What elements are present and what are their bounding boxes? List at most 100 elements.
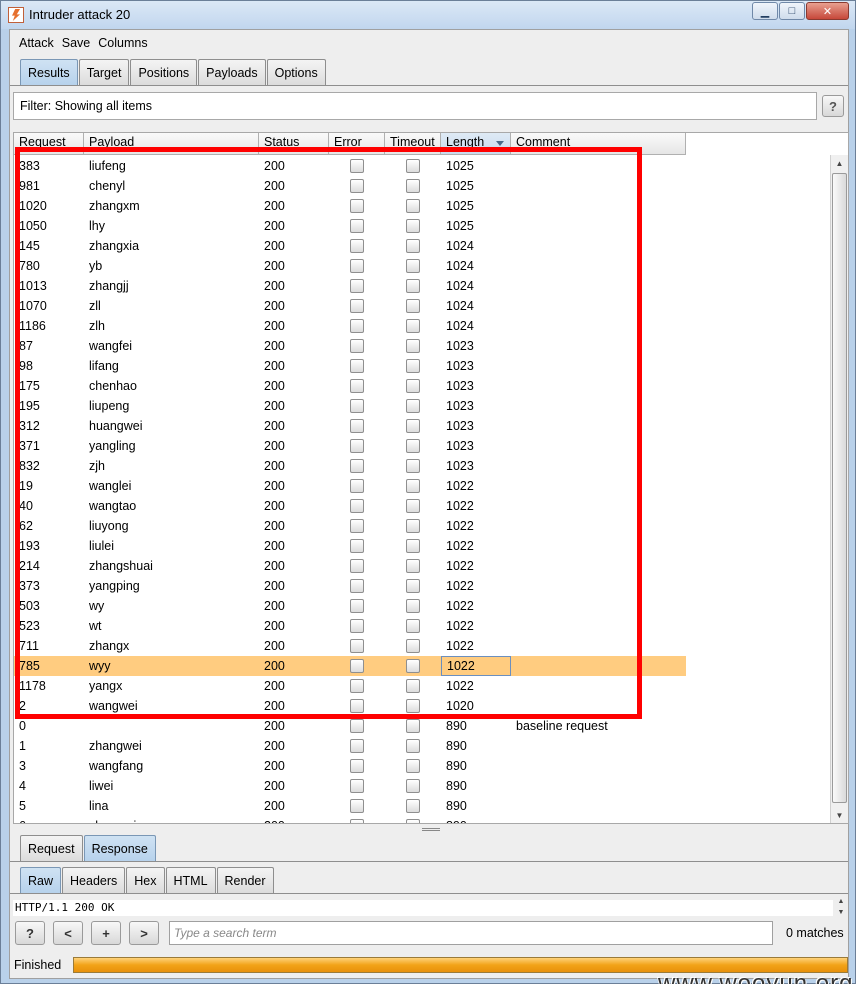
table-row[interactable]: 312 huangwei 200 1023 <box>14 416 686 436</box>
search-help-button[interactable]: ? <box>15 921 45 945</box>
table-row[interactable]: 98 lifang 200 1023 <box>14 356 686 376</box>
column-header-request[interactable]: Request <box>14 133 84 155</box>
error-cell <box>329 416 385 436</box>
resp-scroll-down-icon[interactable]: ▼ <box>838 909 845 916</box>
table-row[interactable]: 6zhangmin200 890 <box>14 816 686 823</box>
column-header-timeout[interactable]: Timeout <box>385 133 441 155</box>
table-row[interactable]: 175 chenhao 200 1023 <box>14 376 686 396</box>
length-cell: 1020 <box>446 699 474 713</box>
burp-app-icon <box>8 7 24 23</box>
tab-render[interactable]: Render <box>216 867 274 893</box>
previous-match-button[interactable]: < <box>53 921 83 945</box>
timeout-cell <box>385 196 441 216</box>
column-header-status[interactable]: Status <box>259 133 329 155</box>
tab-html[interactable]: HTML <box>165 867 216 893</box>
status-cell: 200 <box>264 399 285 413</box>
tab-hex[interactable]: Hex <box>126 867 165 893</box>
table-row[interactable]: 1020 zhangxm 200 1025 <box>14 196 686 216</box>
error-cell <box>329 216 385 236</box>
table-row[interactable]: 371 yangling 200 1023 <box>14 436 686 456</box>
tab-positions[interactable]: Positions <box>130 59 198 85</box>
next-match-button[interactable]: > <box>129 921 159 945</box>
table-row[interactable]: 832 zjh 200 1023 <box>14 456 686 476</box>
menu-columns[interactable]: Columns <box>98 36 147 50</box>
search-input[interactable]: Type a search term <box>169 921 773 945</box>
error-cell <box>329 256 385 276</box>
table-row[interactable]: 1186 zlh 200 1024 <box>14 316 686 336</box>
close-button[interactable]: ✕ <box>806 2 849 20</box>
table-row[interactable]: 4 liwei 200 890 <box>14 776 686 796</box>
scroll-down-icon[interactable]: ▼ <box>831 807 848 823</box>
table-row[interactable]: 981 chenyl 200 1025 <box>14 176 686 196</box>
table-row[interactable]: 5 lina 200 890 <box>14 796 686 816</box>
tab-headers[interactable]: Headers <box>62 867 126 893</box>
menu-attack[interactable]: Attack <box>19 36 54 50</box>
scroll-up-icon[interactable]: ▲ <box>831 155 848 171</box>
table-row[interactable]: 40 wangtao 200 1022 <box>14 496 686 516</box>
error-cell <box>329 616 385 636</box>
timeout-cell <box>385 236 441 256</box>
menu-save[interactable]: Save <box>62 36 91 50</box>
tab-payloads[interactable]: Payloads <box>198 59 266 85</box>
request-cell: 1050 <box>19 219 47 233</box>
table-row[interactable]: 523 wt 200 1022 <box>14 616 686 636</box>
table-row[interactable]: 503 wy 200 1022 <box>14 596 686 616</box>
table-row[interactable]: 62 liuyong 200 1022 <box>14 516 686 536</box>
column-header-comment[interactable]: Comment <box>511 133 686 155</box>
timeout-checkbox <box>406 399 420 413</box>
column-header-error[interactable]: Error <box>329 133 385 155</box>
resp-scroll-up-icon[interactable]: ▲ <box>838 898 845 905</box>
tab-request[interactable]: Request <box>20 835 83 861</box>
table-row[interactable]: 1050 lhy 200 1025 <box>14 216 686 236</box>
filter-bar[interactable]: Filter: Showing all items <box>13 92 817 120</box>
error-cell <box>329 536 385 556</box>
table-row[interactable]: 2 wangwei 200 1020 <box>14 696 686 716</box>
pane-splitter[interactable] <box>422 828 440 831</box>
add-search-button[interactable]: + <box>91 921 121 945</box>
filter-help-button[interactable]: ? <box>822 95 844 117</box>
table-row[interactable]: 785 wyy 200 1022 <box>14 656 686 676</box>
table-row[interactable]: 1 zhangwei 200 890 <box>14 736 686 756</box>
table-row[interactable]: 19 wanglei 200 1022 <box>14 476 686 496</box>
column-header-length[interactable]: Length <box>441 133 511 155</box>
tab-raw[interactable]: Raw <box>20 867 62 893</box>
tab-options[interactable]: Options <box>266 59 326 85</box>
table-row[interactable]: 1013 zhangjj 200 1024 <box>14 276 686 296</box>
response-text[interactable]: HTTP/1.1 200 OK <box>13 900 833 916</box>
request-cell: 312 <box>19 419 40 433</box>
error-cell <box>329 796 385 816</box>
length-cell: 1022 <box>446 619 474 633</box>
table-row[interactable]: 1178 yangx 200 1022 <box>14 676 686 696</box>
table-row[interactable]: 711 zhangx 200 1022 <box>14 636 686 656</box>
tab-results[interactable]: Results <box>20 59 78 85</box>
table-row[interactable]: 145 zhangxia 200 1024 <box>14 236 686 256</box>
response-scrollbar[interactable]: ▲ ▼ <box>834 898 848 916</box>
table-row[interactable]: 193 liulei 200 1022 <box>14 536 686 556</box>
error-cell <box>329 356 385 376</box>
tab-target[interactable]: Target <box>78 59 130 85</box>
table-row[interactable]: 383 liufeng 200 1025 <box>14 156 686 176</box>
table-row[interactable]: 195 liupeng 200 1023 <box>14 396 686 416</box>
length-cell: 1022 <box>446 639 474 653</box>
timeout-checkbox <box>406 339 420 353</box>
table-row[interactable]: 780 yb 200 1024 <box>14 256 686 276</box>
status-cell: 200 <box>264 739 285 753</box>
minimize-button[interactable]: ▁ <box>752 2 778 20</box>
intruder-window: Intruder attack 20 ▁ □ ✕ Attack Save Col… <box>0 0 856 984</box>
length-cell: 1024 <box>446 239 474 253</box>
table-row[interactable]: 3 wangfang 200 890 <box>14 756 686 776</box>
table-row[interactable]: 214 zhangshuai 200 1022 <box>14 556 686 576</box>
table-row[interactable]: 373 yangping 200 1022 <box>14 576 686 596</box>
maximize-button[interactable]: □ <box>779 2 805 20</box>
length-cell: 1024 <box>446 279 474 293</box>
tab-response[interactable]: Response <box>83 835 156 861</box>
column-header-payload[interactable]: Payload <box>84 133 259 155</box>
table-row[interactable]: 1070 zll 200 1024 <box>14 296 686 316</box>
table-scrollbar[interactable]: ▲ ▼ <box>830 155 848 823</box>
table-row[interactable]: 87 wangfei 200 1023 <box>14 336 686 356</box>
status-cell: 200 <box>264 539 285 553</box>
scrollbar-thumb[interactable] <box>832 173 847 803</box>
timeout-cell <box>385 356 441 376</box>
timeout-checkbox <box>406 739 420 753</box>
table-row[interactable]: 0 200 890 baseline request <box>14 716 686 736</box>
